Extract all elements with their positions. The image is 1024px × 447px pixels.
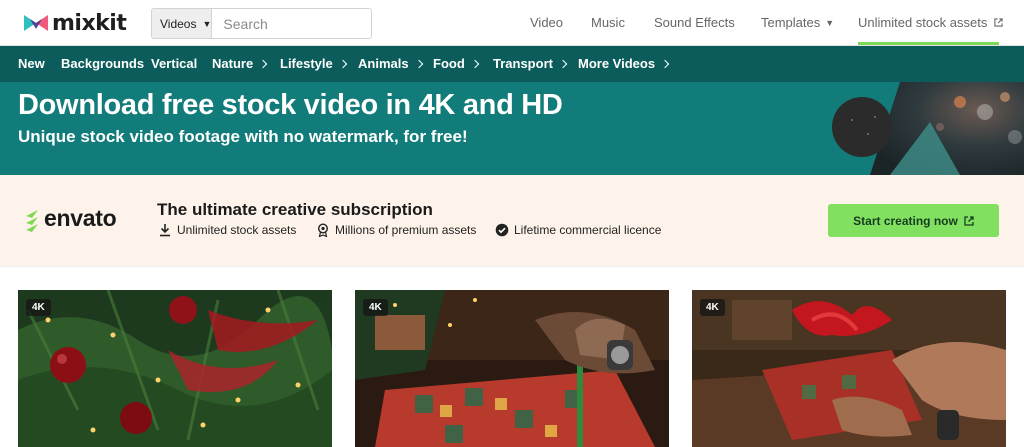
resolution-badge: 4K [363,299,388,316]
category-label: Animals [358,56,409,71]
feature-label: Unlimited stock assets [177,223,297,237]
caret-down-icon: ▼ [825,17,835,28]
category-bar: New Backgrounds Vertical Nature Lifestyl… [0,46,1024,82]
feature-label: Lifetime commercial licence [514,223,662,237]
category-label: New [18,56,45,71]
nav-sound-effects[interactable]: Sound Effects [654,15,735,30]
mixkit-logo-icon [24,15,48,31]
feature-label: Millions of premium assets [335,223,477,237]
nav-templates[interactable]: Templates ▼ [761,15,834,30]
top-header: mixkit Videos ▼ Video Music Sound Effect… [0,0,1024,46]
promo-title: The ultimate creative subscription [157,200,433,219]
resolution-badge: 4K [26,299,51,316]
chevron-right-icon [558,59,568,68]
search-category-select[interactable]: Videos ▼ [152,9,213,38]
nav-music[interactable]: Music [591,15,625,30]
nav-unlimited-label: Unlimited stock assets [858,15,988,30]
envato-logo[interactable]: envato [24,205,117,232]
chevron-right-icon [470,59,480,68]
logo-text: mixkit [52,10,127,36]
envato-leaf-icon [26,209,38,232]
hero-subtitle: Unique stock video footage with no water… [18,127,468,146]
search-bar: Videos ▼ [151,8,372,39]
category-label: Food [433,56,465,71]
resolution-badge: 4K [700,299,725,316]
category-nature[interactable]: Nature [212,56,268,71]
start-creating-button[interactable]: Start creating now [828,204,999,237]
category-label: Transport [493,56,553,71]
envato-promo: envato The ultimate creative subscriptio… [0,175,1024,267]
category-backgrounds[interactable]: Backgrounds [61,56,144,71]
envato-brand-text: envato [44,205,117,231]
mixkit-logo[interactable]: mixkit [24,10,127,36]
category-label: Vertical [151,56,198,71]
category-label: More Videos [578,56,656,71]
award-icon [317,223,329,237]
hero-decorative-image [832,82,1024,175]
video-thumbnail [355,290,669,447]
video-card-wrapping-gift[interactable]: 4K [355,290,669,447]
video-card-christmas-tree[interactable]: 4K [18,290,332,447]
external-link-icon [994,18,1003,27]
category-new[interactable]: New [18,56,45,71]
category-label: Backgrounds [61,56,145,71]
video-card-gift-bow[interactable]: 4K [692,290,1006,447]
start-creating-label: Start creating now [853,213,958,228]
chevron-right-icon [660,59,670,68]
search-input[interactable] [212,9,371,38]
check-badge-icon [495,223,509,237]
category-label: Nature [212,56,254,71]
category-more-videos[interactable]: More Videos [578,56,670,71]
category-label: Lifestyle [280,56,333,71]
hero-title: Download free stock video in 4K and HD [18,89,563,121]
category-food[interactable]: Food [433,56,480,71]
nav-unlimited-stock-assets[interactable]: Unlimited stock assets [858,15,1003,30]
nav-active-indicator [858,42,999,45]
caret-down-icon: ▼ [202,18,212,29]
external-link-icon [964,215,974,226]
promo-feature: Millions of premium assets [316,223,476,237]
nav-templates-label: Templates [761,15,821,30]
category-vertical[interactable]: Vertical [151,56,197,71]
promo-feature: Unlimited stock assets [158,223,296,237]
chevron-right-icon [338,59,347,68]
promo-feature: Lifetime commercial licence [495,223,661,237]
chevron-right-icon [414,59,423,68]
category-animals[interactable]: Animals [358,56,423,71]
search-category-label: Videos [160,16,197,31]
category-transport[interactable]: Transport [493,56,568,71]
video-thumbnail [18,290,332,447]
video-thumbnail [692,290,1006,447]
category-lifestyle[interactable]: Lifestyle [280,56,347,71]
nav-video[interactable]: Video [530,15,563,30]
download-icon [160,224,170,237]
chevron-right-icon [258,59,268,68]
hero-banner: Download free stock video in 4K and HD U… [0,82,1024,175]
